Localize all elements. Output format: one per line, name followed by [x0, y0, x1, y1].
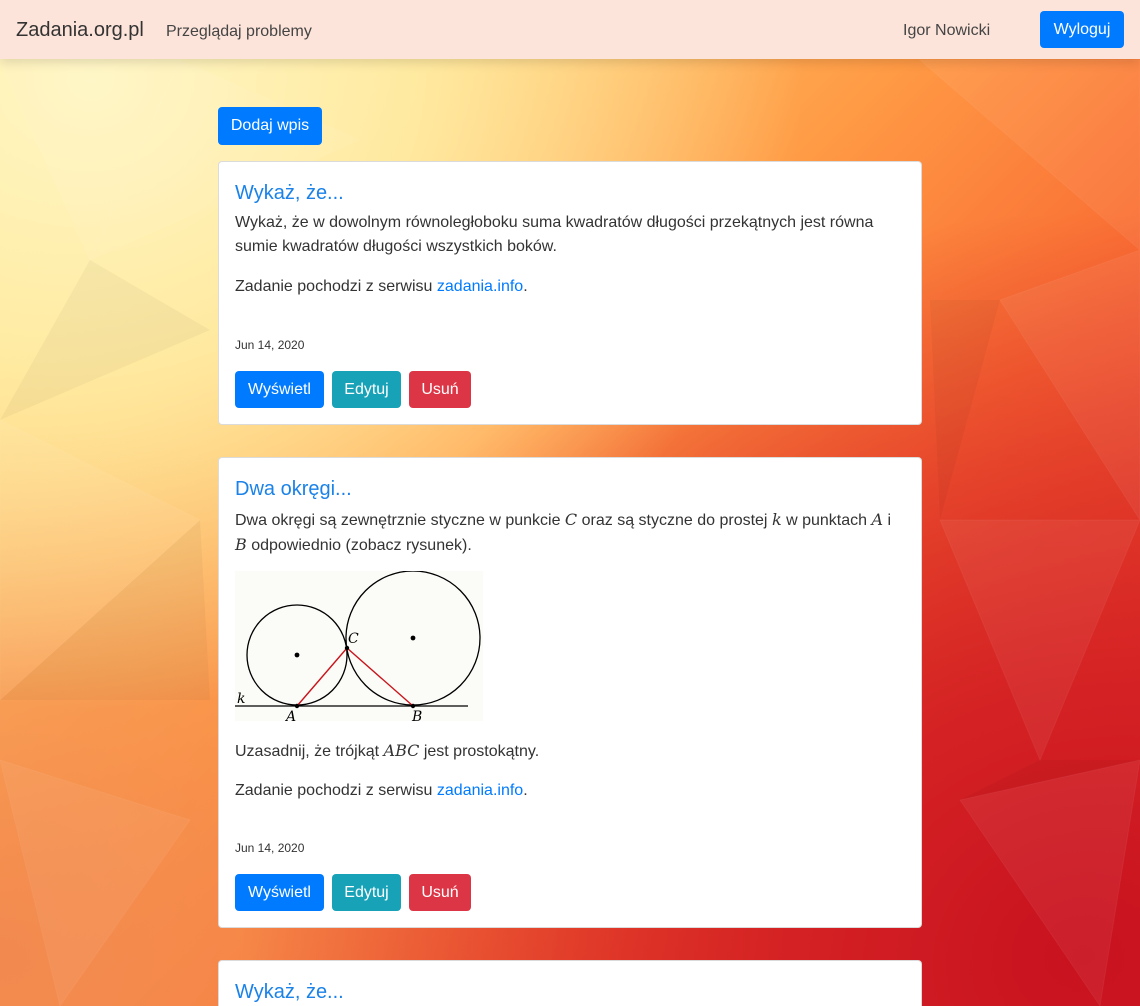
post-question: Uzasadnij, że trójkąt ABC jest prostokąt…: [235, 739, 905, 764]
point-b-dot: [410, 703, 416, 709]
delete-button[interactable]: Usuń: [409, 874, 471, 911]
point-a-dot: [294, 703, 300, 709]
two-circles-figure: k A B C: [235, 571, 483, 721]
post-body: Dwa okręgi są zewnętrznie styczne w punk…: [235, 508, 905, 558]
add-entry-button[interactable]: Dodaj wpis: [218, 107, 322, 145]
post-body-text: Dwa okręgi są zewnętrznie styczne w punk…: [235, 512, 565, 529]
label-a: A: [284, 709, 296, 721]
post-card: Wykaż, że...: [218, 960, 922, 1006]
math-symbol: ABC: [383, 741, 420, 760]
edit-button[interactable]: Edytuj: [332, 371, 401, 408]
post-question-text: Uzasadnij, że trójkąt: [235, 743, 384, 760]
label-b: B: [411, 709, 422, 721]
post-source-suffix: .: [523, 278, 528, 295]
post-title[interactable]: Wykaż, że...: [235, 180, 344, 206]
post-body-text: odpowiednio (zobacz rysunek).: [246, 537, 472, 554]
post-card: Dwa okręgi... Dwa okręgi są zewnętrznie …: [218, 457, 922, 928]
post-body-text: oraz są styczne do prostej: [577, 512, 772, 529]
post-body-text: i: [883, 512, 892, 529]
post-body-text: w punktach: [781, 512, 872, 529]
large-circle-center: [410, 635, 416, 641]
top-navbar: Zadania.org.pl Przeglądaj problemy Igor …: [0, 0, 1140, 59]
view-button[interactable]: Wyświetl: [235, 874, 324, 911]
math-symbol: k: [771, 510, 782, 529]
post-source: Zadanie pochodzi z serwisu zadania.info.: [235, 275, 905, 299]
small-circle-center: [294, 652, 300, 658]
post-title[interactable]: Wykaż, że...: [235, 979, 344, 1005]
post-card: Wykaż, że... Wykaż, że w dowolnym równol…: [218, 161, 922, 425]
post-date: Jun 14, 2020: [235, 841, 305, 855]
post-question-text: jest prostokątny.: [419, 743, 540, 760]
math-symbol: C: [564, 510, 578, 529]
post-source: Zadanie pochodzi z serwisu zadania.info.: [235, 779, 905, 803]
brand-logo[interactable]: Zadania.org.pl: [16, 17, 144, 43]
post-source-suffix: .: [523, 782, 528, 799]
post-source-prefix: Zadanie pochodzi z serwisu: [235, 782, 437, 799]
post-body: Wykaż, że w dowolnym równoległoboku suma…: [235, 214, 874, 255]
post-source-link[interactable]: zadania.info: [437, 278, 523, 295]
label-k: k: [237, 691, 245, 707]
math-symbol: B: [235, 535, 247, 554]
view-button[interactable]: Wyświetl: [235, 371, 324, 408]
post-source-prefix: Zadanie pochodzi z serwisu: [235, 278, 437, 295]
post-source-link[interactable]: zadania.info: [437, 782, 523, 799]
post-title[interactable]: Dwa okręgi...: [235, 476, 352, 502]
delete-button[interactable]: Usuń: [409, 371, 471, 408]
nav-link-browse-problems[interactable]: Przeglądaj problemy: [166, 22, 312, 42]
logout-button[interactable]: Wyloguj: [1040, 11, 1124, 48]
post-date: Jun 14, 2020: [235, 338, 305, 352]
math-symbol: A: [871, 510, 884, 529]
edit-button[interactable]: Edytuj: [332, 874, 401, 911]
label-c: C: [348, 631, 359, 647]
nav-user-name[interactable]: Igor Nowicki: [903, 21, 990, 41]
